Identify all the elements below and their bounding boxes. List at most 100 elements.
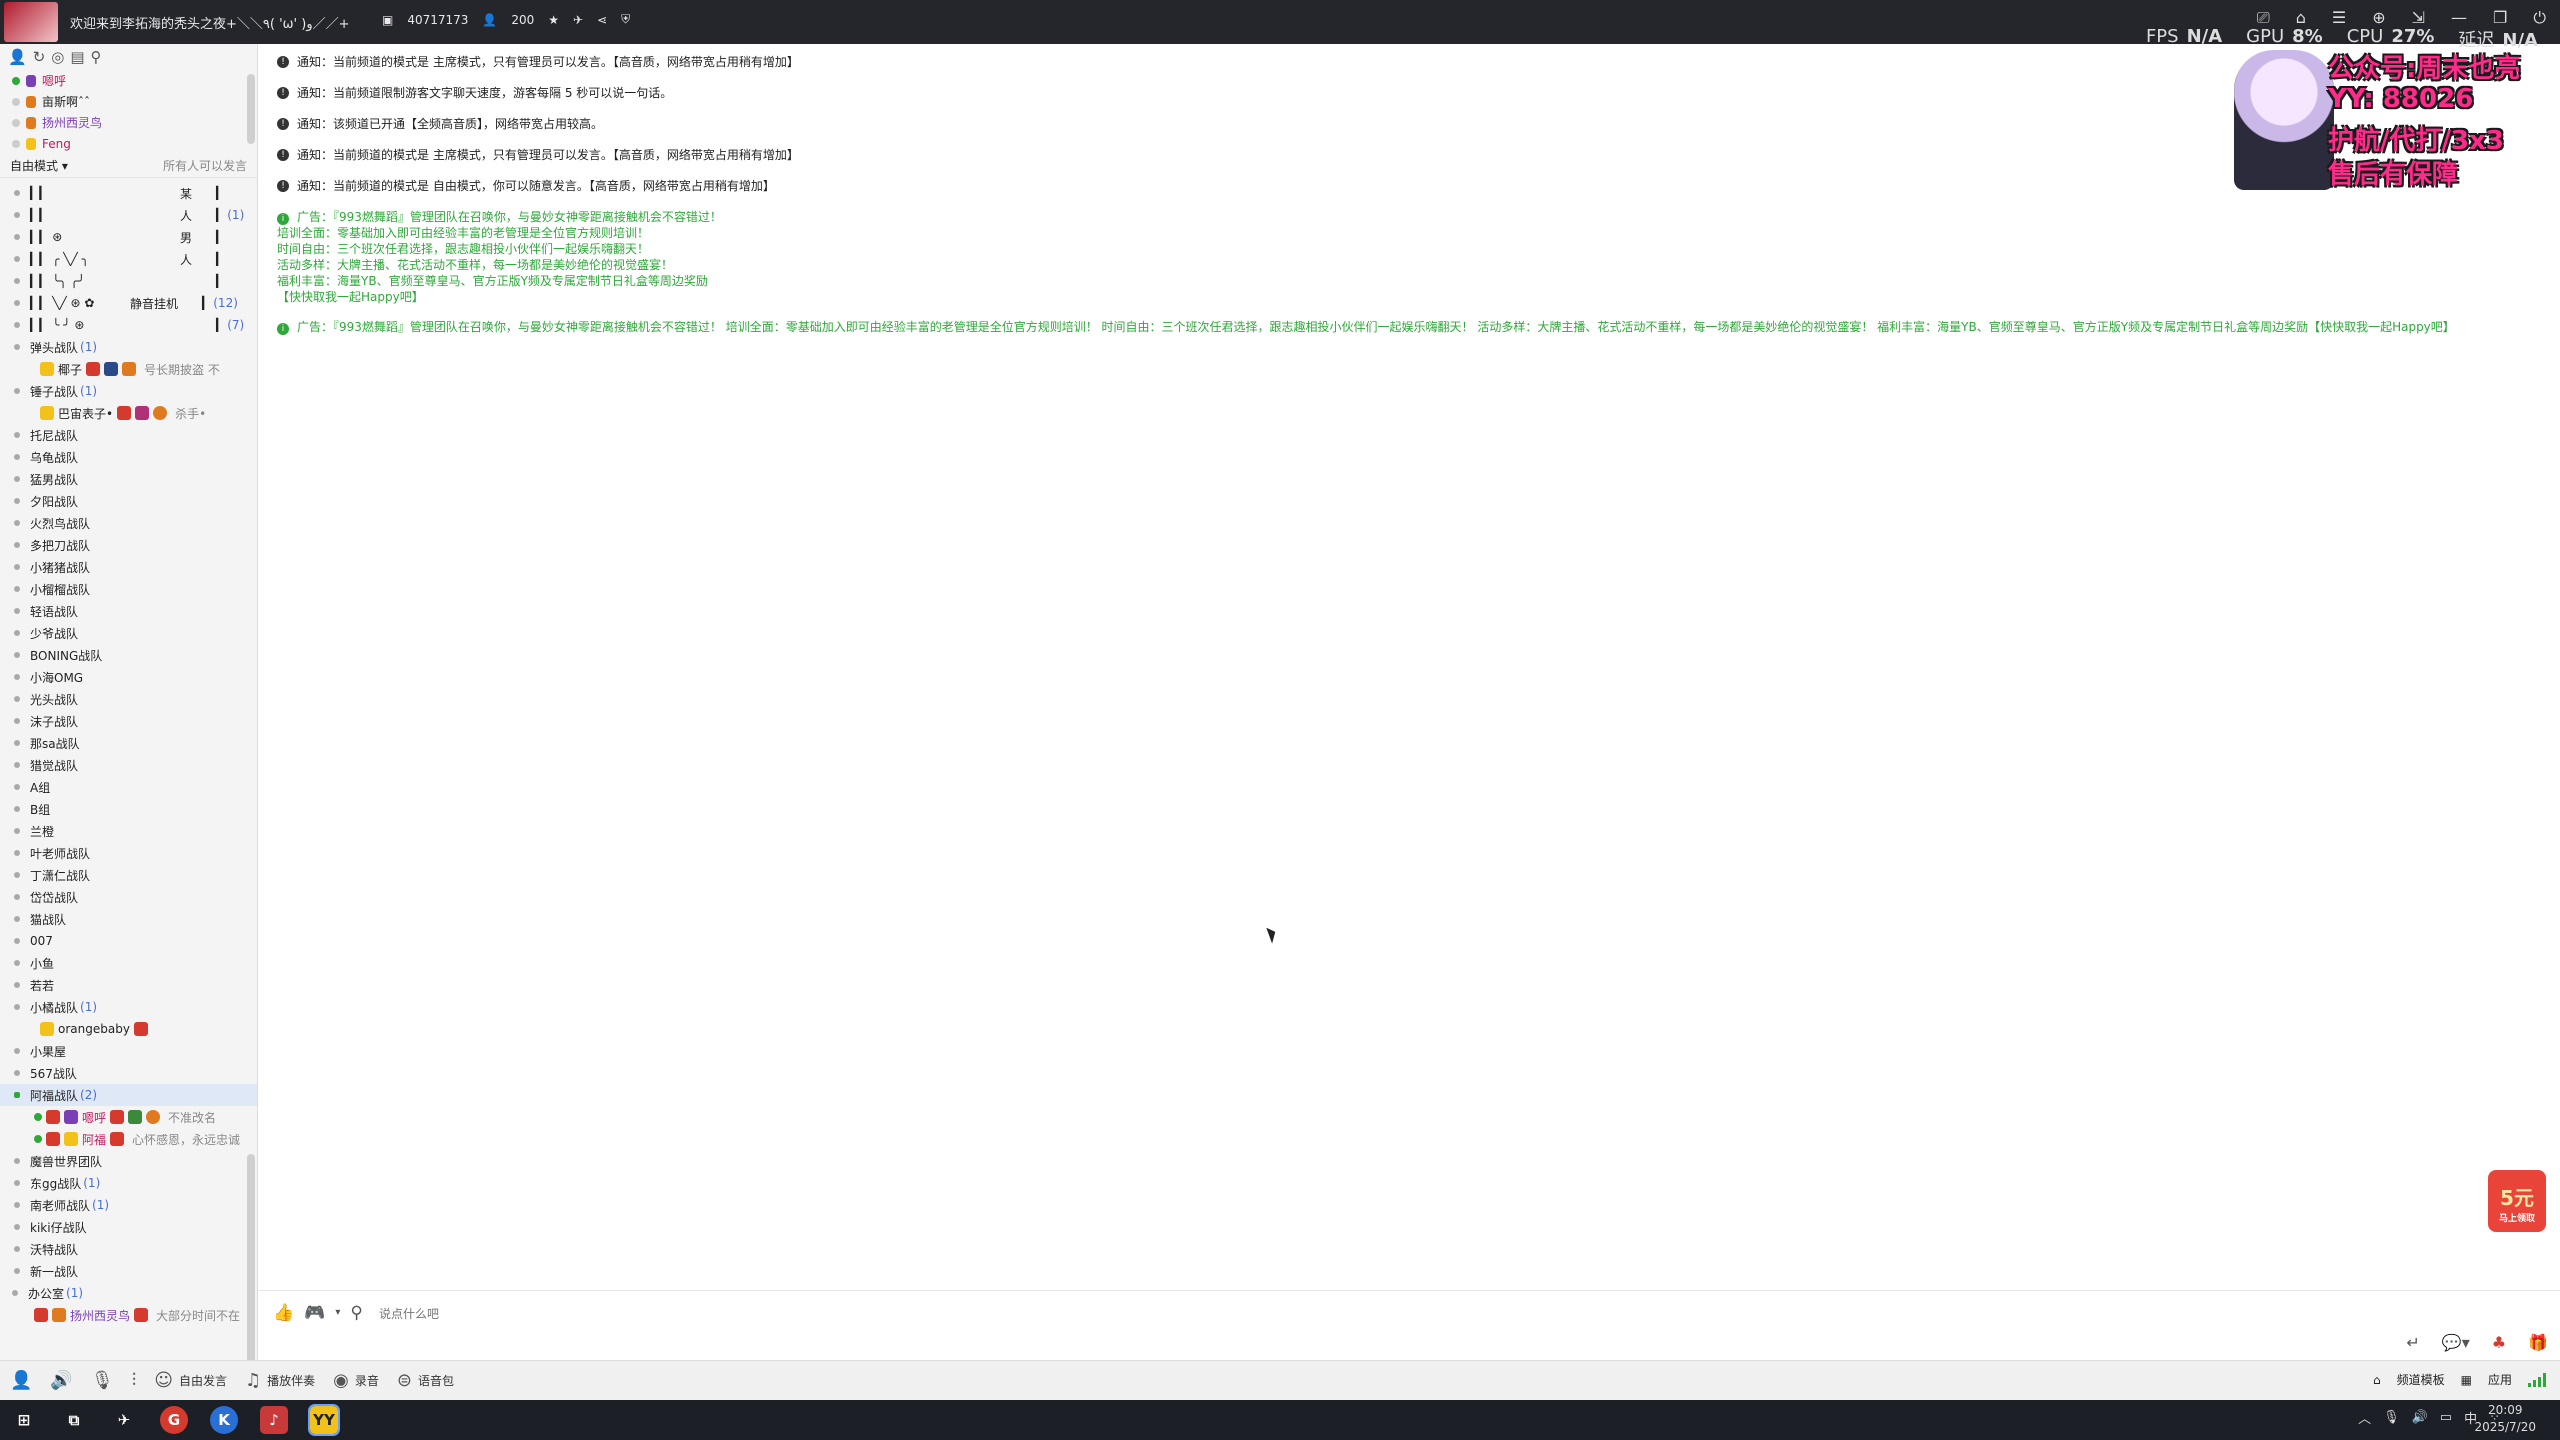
channel-node[interactable]: 沫子战队 (0, 710, 257, 732)
channel-node[interactable]: 小海OMG (0, 666, 257, 688)
channel-node[interactable]: 托尼战队 (0, 424, 257, 446)
yy-app-icon[interactable]: YY (308, 1404, 340, 1436)
voice-pack-button[interactable]: ⊜ 语音包 (397, 1370, 454, 1391)
list-icon[interactable]: ☰ (2332, 8, 2346, 28)
channel-node[interactable]: 办公室 (1) (0, 1282, 257, 1304)
contacts-icon[interactable]: 👤 (8, 48, 27, 66)
channel-node[interactable]: ▎▎ ╰╮ ╭╯ ▎ (0, 270, 257, 292)
windows-start-icon[interactable]: ⊞ (10, 1406, 38, 1434)
star-icon[interactable]: ★ (548, 13, 559, 27)
house-icon[interactable]: ⌂ (2373, 1373, 2381, 1387)
search-icon[interactable]: ⚲ (91, 48, 102, 66)
friend-item[interactable]: 嗯呼 (12, 70, 257, 91)
channel-node[interactable]: 新一战队 (0, 1260, 257, 1282)
channel-node[interactable]: B组 (0, 798, 257, 820)
volume-icon[interactable]: 🔊 (2412, 1410, 2428, 1425)
channel-node[interactable]: 小鱼 (0, 952, 257, 974)
channel-node[interactable]: 光头战队 (0, 688, 257, 710)
minimize-icon[interactable]: — (2451, 8, 2467, 28)
history-icon[interactable]: ↻ (33, 48, 46, 66)
friend-item[interactable]: 亩斯啊ˆˆ (12, 91, 257, 112)
channel-node[interactable]: 沃特战队 (0, 1238, 257, 1260)
channel-node[interactable]: 锤子战队 (1) (0, 380, 257, 402)
plane-icon[interactable]: ✈ (573, 13, 583, 27)
channel-node[interactable]: 若若 (0, 974, 257, 996)
room-logo[interactable] (4, 2, 58, 42)
friend-item[interactable]: 扬州西灵鸟 (12, 112, 257, 133)
tray-expand-icon[interactable]: ︿ (2358, 1408, 2371, 1427)
dropdown-arrow-icon[interactable]: ▾ (335, 1307, 340, 1323)
user-avatar-icon[interactable]: 👤 (10, 1370, 32, 1391)
channel-node[interactable]: 兰橙 (0, 820, 257, 842)
channel-node[interactable]: 小果屋 (0, 1040, 257, 1062)
channel-user[interactable]: 扬州西灵鸟 大部分时间不在 (0, 1304, 257, 1326)
channel-node[interactable]: ▎▎ ⊛ 男 ▎ (0, 226, 257, 248)
channel-node[interactable]: 567战队 (0, 1062, 257, 1084)
tray-mic-icon[interactable]: 🎙 (2383, 1410, 2400, 1425)
channel-node-selected[interactable]: 阿福战队 (2) (0, 1084, 257, 1106)
channel-node[interactable]: ▎▎ ╰ ╯ ⊛ ▎ (7) (0, 314, 257, 336)
friend-item[interactable]: Feng (12, 133, 257, 154)
channel-node[interactable]: 猎觉战队 (0, 754, 257, 776)
channel-node[interactable]: 007 (0, 930, 257, 952)
gamepad-icon[interactable]: 🎮 (304, 1303, 325, 1323)
task-view-icon[interactable]: ⧉ (60, 1406, 88, 1434)
channel-user[interactable]: 椰子 号长期披盗 不 (0, 358, 257, 380)
channel-node[interactable]: 小榴榴战队 (0, 578, 257, 600)
channel-node[interactable]: 叶老师战队 (0, 842, 257, 864)
channel-node[interactable]: ▎▎ ╲╱ ⊛ ✿ 静音挂机 ▎ (12) (0, 292, 257, 314)
red-packet-button[interactable]: 5元 马上领取 (2488, 1170, 2546, 1232)
channel-node[interactable]: BONING战队 (0, 644, 257, 666)
share-icon[interactable]: ⋖ (597, 13, 607, 27)
channel-node[interactable]: 那sa战队 (0, 732, 257, 754)
channel-node[interactable]: ▎▎ 人 ▎ (1) (0, 204, 257, 226)
free-speech-button[interactable]: ☺ 自由发言 (154, 1370, 227, 1391)
grid-icon[interactable]: ▦ (2461, 1373, 2472, 1387)
channel-node[interactable]: A组 (0, 776, 257, 798)
channel-node[interactable]: ▎▎ 某 ▎ (0, 182, 257, 204)
tree-scrollbar[interactable] (247, 1154, 255, 1364)
taskbar-clock[interactable]: 20:09 2025/7/20 (2474, 1402, 2536, 1436)
game-mode-icon[interactable]: ⎚ (2257, 8, 2270, 28)
channel-node[interactable]: 夕阳战队 (0, 490, 257, 512)
play-music-button[interactable]: ♫ 播放伴奏 (245, 1370, 315, 1391)
restore-icon[interactable]: ❐ (2493, 8, 2507, 28)
channel-node[interactable]: 猛男战队 (0, 468, 257, 490)
rose-icon[interactable]: ♣ (2492, 1333, 2506, 1352)
location-icon[interactable]: ◎ (51, 48, 64, 66)
channel-node[interactable]: 轻语战队 (0, 600, 257, 622)
k-app-icon[interactable]: K (210, 1406, 238, 1434)
apps-button[interactable]: 应用 (2488, 1371, 2512, 1388)
chrome-icon[interactable]: G (160, 1406, 188, 1434)
room-id[interactable]: 40717173 (407, 13, 468, 27)
channel-node[interactable]: 小橘战队 (1) (0, 996, 257, 1018)
channel-node[interactable]: 岱岱战队 (0, 886, 257, 908)
gamepad-icon[interactable]: ⊕ (2372, 8, 2385, 28)
send-icon[interactable]: ↵ (2406, 1333, 2419, 1352)
channel-node[interactable]: 南老师战队 (1) (0, 1194, 257, 1216)
channel-node[interactable]: ▎▎ ╭ ╲╱ ╮ 人 ▎ (0, 248, 257, 270)
speaker-icon[interactable]: 🔊 (50, 1370, 72, 1391)
plane-app-icon[interactable]: ✈ (110, 1406, 138, 1434)
chat-input[interactable] (379, 1307, 2179, 1321)
friend-scrollbar[interactable] (247, 74, 255, 144)
emoji-thumb-icon[interactable]: 👍 (273, 1303, 294, 1323)
channel-node[interactable]: 弹头战队 (1) (0, 336, 257, 358)
channel-node[interactable]: 魔兽世界团队 (0, 1150, 257, 1172)
music-app-icon[interactable]: ♪ (260, 1406, 288, 1434)
channel-node[interactable]: 火烈鸟战队 (0, 512, 257, 534)
channel-user[interactable]: 嗯呼 不准改名 (0, 1106, 257, 1128)
shield-icon[interactable]: ⛨ (621, 12, 630, 27)
channel-user[interactable]: 巴宙表子• 杀手• (0, 402, 257, 424)
power-icon[interactable]: ⏻ (2533, 8, 2546, 28)
channel-node[interactable]: 小猪猪战队 (0, 556, 257, 578)
search-chat-icon[interactable]: ⚲ (350, 1303, 362, 1323)
notes-icon[interactable]: ▤ (70, 48, 84, 66)
channel-user[interactable]: orangebaby (0, 1018, 257, 1040)
channel-node[interactable]: 少爷战队 (0, 622, 257, 644)
battery-icon[interactable]: ▭ (2440, 1410, 2452, 1425)
channel-template-button[interactable]: 频道模板 (2397, 1371, 2445, 1388)
microphone-icon[interactable]: 🎙 (91, 1370, 114, 1391)
channel-user[interactable]: 阿福 心怀感恩，永远忠诚 (0, 1128, 257, 1150)
mode-dropdown[interactable]: 自由模式 ▾ (10, 157, 68, 174)
